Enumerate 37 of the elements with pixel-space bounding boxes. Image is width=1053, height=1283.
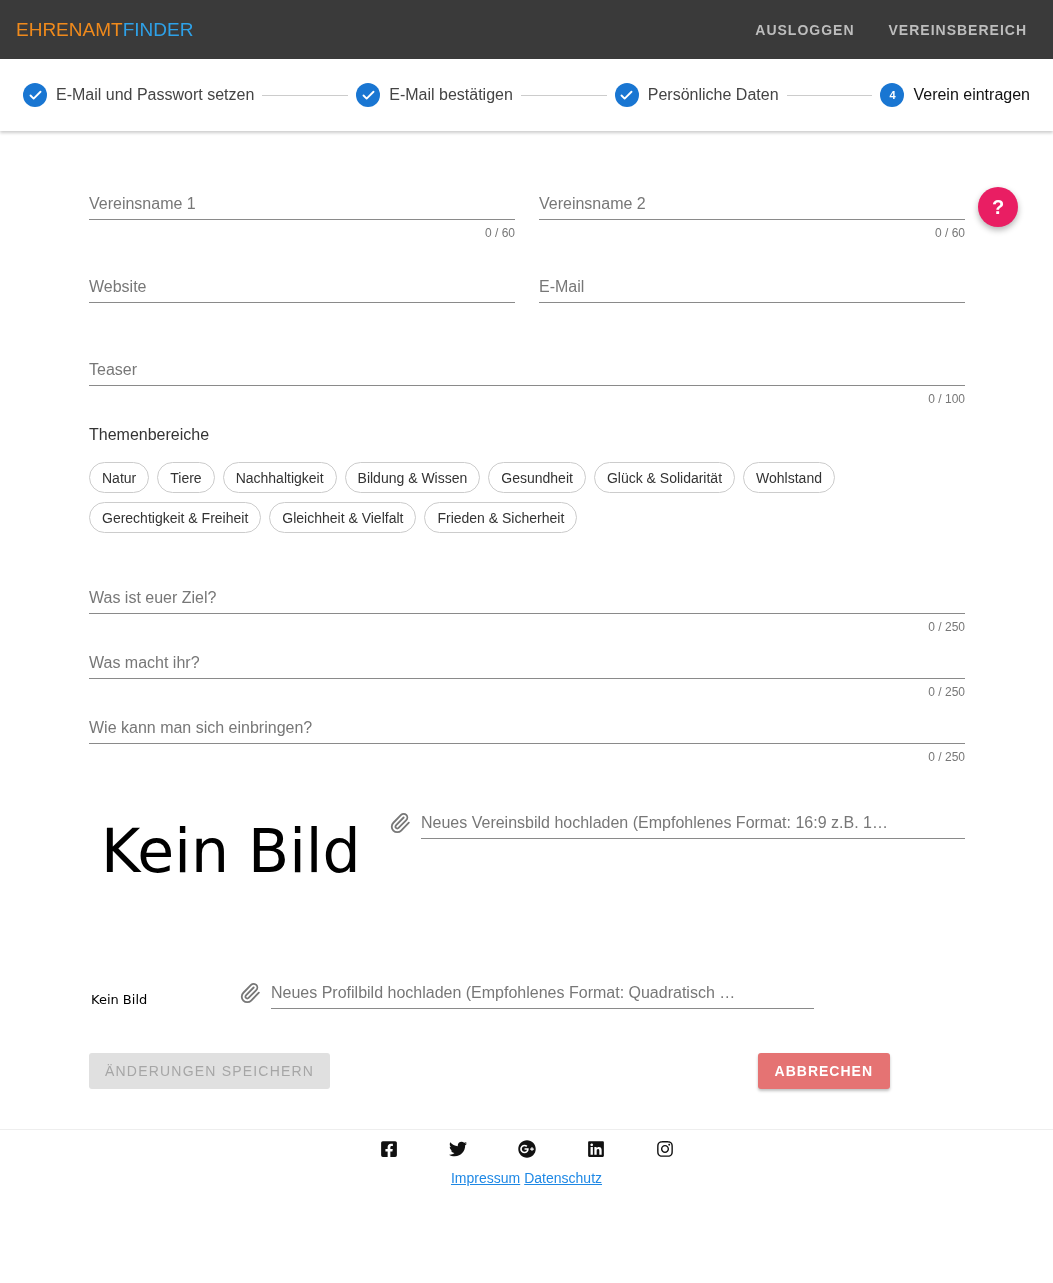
paperclip-icon[interactable] [239, 981, 261, 1004]
step-label: Persönliche Daten [647, 86, 779, 104]
character-counter: 0 / 100 [928, 392, 965, 406]
footer-link[interactable]: Datenschutz [524, 1170, 603, 1186]
topic-chip[interactable]: Nachhaltigkeit [222, 462, 337, 493]
topic-chip[interactable]: Glück & Solidarität [593, 462, 736, 493]
topic-chip[interactable]: Gesundheit [488, 462, 586, 493]
character-counter: 0 / 250 [928, 620, 965, 634]
topic-chip[interactable]: Wohlstand [743, 462, 835, 493]
footer-link[interactable]: Impressum [450, 1170, 521, 1186]
character-counter: 0 / 60 [934, 226, 965, 240]
step-label: E-Mail und Passwort setzen [56, 86, 255, 104]
google-plus-icon[interactable] [517, 1140, 536, 1158]
instagram-icon[interactable] [655, 1140, 674, 1158]
help-button[interactable]: ? [978, 187, 1018, 227]
section-label: Themenbereiche [89, 426, 211, 444]
image-placeholder-text: Kein Bild [90, 992, 149, 1007]
nav-link[interactable]: AUSLOGGEN [745, 13, 865, 46]
topic-chip[interactable]: Bildung & Wissen [344, 462, 481, 493]
character-counter: 0 / 250 [928, 685, 965, 699]
paperclip-icon[interactable] [389, 811, 411, 834]
character-counter: 0 / 60 [484, 226, 515, 240]
linkedin-icon[interactable] [586, 1140, 605, 1158]
step-number: 4 [880, 83, 905, 107]
character-counter: 0 / 250 [928, 750, 965, 764]
step-label: Verein eintragen [913, 86, 1030, 104]
logo[interactable]: EHRENAMTFINDER [16, 18, 194, 41]
topic-chip[interactable]: Gerechtigkeit & Freiheit [89, 502, 262, 533]
topic-chip[interactable]: Frieden & Sicherheit [424, 502, 578, 533]
image-placeholder-text: Kein Bild [100, 816, 362, 886]
nav-link[interactable]: VEREINSBEREICH [878, 13, 1037, 46]
facebook-icon[interactable] [379, 1140, 398, 1158]
step-label: E-Mail bestätigen [389, 86, 513, 104]
topic-chip[interactable]: Tiere [157, 462, 215, 493]
twitter-icon[interactable] [448, 1140, 467, 1158]
topic-chip[interactable]: Gleichheit & Vielfalt [269, 502, 417, 533]
topic-chip[interactable]: Natur [89, 462, 150, 493]
